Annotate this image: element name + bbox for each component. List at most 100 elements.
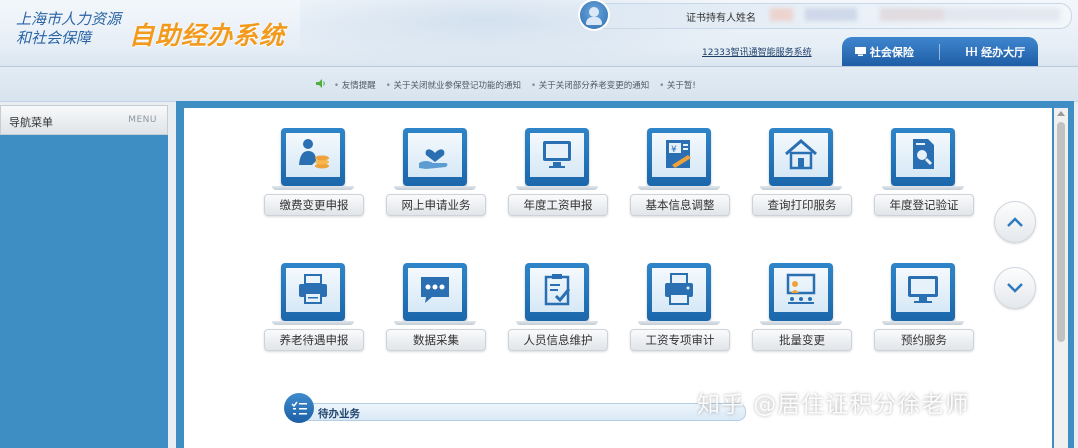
- sidebar-title: 导航菜单: [9, 116, 53, 129]
- tile-label: 批量变更: [752, 329, 852, 351]
- user-name-redacted: [770, 8, 1060, 21]
- document-search-icon: [913, 139, 934, 169]
- house-icon: [785, 139, 817, 170]
- header: 上海市人力资源和社会保障 自助经办系统 证书持有人姓名 12333智讯通智能服务…: [0, 0, 1078, 67]
- notice-item[interactable]: 关于关闭部分养老变更的通知: [531, 79, 650, 91]
- pending-tasks-bar: [304, 403, 746, 421]
- tile-label: 基本信息调整: [630, 194, 730, 216]
- tile-stand: [638, 321, 720, 325]
- printer-icon: [299, 274, 327, 304]
- notice-item[interactable]: 友情提醒: [334, 79, 376, 91]
- tab-service-hall[interactable]: 经办大厅: [966, 44, 1025, 60]
- scroll-up-button[interactable]: [994, 201, 1036, 243]
- tile-payment-change[interactable]: 缴费变更申报: [264, 128, 364, 218]
- tile-icon-frame: [647, 263, 711, 321]
- tile-personnel-info-maintenance[interactable]: 人员信息维护: [508, 263, 608, 353]
- tile-icon-frame: [769, 128, 833, 186]
- tile-pension-declaration[interactable]: 养老待遇申报: [264, 263, 364, 353]
- tile-label: 年度登记验证: [874, 194, 974, 216]
- tile-icon-frame: [403, 263, 467, 321]
- clipboard-check-icon: [544, 274, 571, 306]
- watermark: 知乎 @居住证积分徐老师: [697, 392, 970, 418]
- tile-label: 年度工资申报: [508, 194, 608, 216]
- top-tabs: 社会保险 经办大厅: [842, 37, 1038, 66]
- scrollbar-up-arrow-icon[interactable]: [1057, 111, 1065, 116]
- computer-icon: [854, 47, 866, 56]
- main-scrollbar[interactable]: [1054, 108, 1068, 448]
- tile-stand: [272, 186, 354, 190]
- speaker-icon: [316, 79, 325, 88]
- person-coins-icon: [299, 139, 329, 169]
- tile-stand: [760, 321, 842, 325]
- tab-service-hall-label: 经办大厅: [981, 45, 1026, 59]
- notice-bar: 友情提醒 关于关闭就业参保登记功能的通知 关于关闭部分养老变更的通知 关于暂!: [0, 67, 1078, 102]
- tile-annual-wage-declaration[interactable]: 年度工资申报: [508, 128, 608, 218]
- tile-icon-frame: [891, 128, 955, 186]
- hand-heart-icon: [419, 149, 448, 169]
- sidebar-header[interactable]: 导航菜单 MENU: [0, 105, 168, 135]
- logo-sub-text: 自助经办系统: [129, 21, 286, 50]
- tile-online-application[interactable]: 网上申请业务: [386, 128, 486, 218]
- tab-social-insurance[interactable]: 社会保险: [854, 44, 914, 60]
- tile-stand: [272, 321, 354, 325]
- tile-icon-frame: [281, 263, 345, 321]
- yen-document-icon: ¥: [666, 140, 691, 168]
- pending-icon-circle: [284, 393, 314, 423]
- sidebar: 导航菜单 MENU: [0, 105, 168, 448]
- scroll-down-button[interactable]: [994, 267, 1036, 309]
- tile-label: 人员信息维护: [508, 329, 608, 351]
- logo-main-text: 上海市人力资源和社会保障: [16, 10, 122, 47]
- tile-stand: [638, 186, 720, 190]
- tile-icon-frame: ¥: [647, 128, 711, 186]
- tile-stand: [394, 186, 476, 190]
- tile-stand: [516, 321, 598, 325]
- monitor-icon: [543, 141, 571, 168]
- tab-social-insurance-label: 社会保险: [869, 45, 914, 59]
- pending-tasks-label: 待办业务: [318, 408, 360, 420]
- tile-icon-frame: [403, 128, 467, 186]
- checklist-icon: [291, 401, 307, 415]
- tile-icon-frame: [891, 263, 955, 321]
- chevron-up-icon: [1007, 217, 1023, 227]
- tile-data-collection[interactable]: 数据采集: [386, 263, 486, 353]
- tile-label: 养老待遇申报: [264, 329, 364, 351]
- user-label: 证书持有人姓名: [686, 13, 756, 24]
- tile-label: 查询打印服务: [752, 194, 852, 216]
- tile-label: 数据采集: [386, 329, 486, 351]
- user-avatar-icon: [580, 1, 608, 29]
- tile-stand: [882, 321, 964, 325]
- chat-bubble-icon: [421, 277, 449, 303]
- notice-item[interactable]: 关于关闭就业参保登记功能的通知: [386, 79, 521, 91]
- tile-label: 网上申请业务: [386, 194, 486, 216]
- tile-stand: [394, 321, 476, 325]
- pending-tasks[interactable]: 待办业务: [284, 393, 746, 423]
- fax-icon: [665, 273, 693, 305]
- tile-stand: [516, 186, 598, 190]
- notice-item[interactable]: 关于暂!: [659, 79, 696, 91]
- sidebar-menu-label: MENU: [128, 115, 157, 125]
- chevron-down-icon: [1007, 283, 1023, 293]
- tile-label: 预约服务: [874, 329, 974, 351]
- tile-icon-frame: [769, 263, 833, 321]
- hotline-link[interactable]: 12333智讯通智能服务系统: [702, 45, 812, 58]
- tile-appointment-service[interactable]: 预约服务: [874, 263, 974, 353]
- presentation-icon: [786, 273, 816, 304]
- hall-icon: [966, 47, 978, 56]
- tile-batch-change[interactable]: 批量变更: [752, 263, 852, 353]
- tile-label: 工资专项审计: [630, 329, 730, 351]
- tile-stand: [882, 186, 964, 190]
- notice-list: 友情提醒 关于关闭就业参保登记功能的通知 关于关闭部分养老变更的通知 关于暂!: [334, 79, 696, 91]
- tab-divider: [939, 43, 941, 60]
- tile-annual-registration-verification[interactable]: 年度登记验证: [874, 128, 974, 218]
- tile-icon-frame: [525, 263, 589, 321]
- svg-text:¥: ¥: [671, 145, 677, 155]
- tile-label: 缴费变更申报: [264, 194, 364, 216]
- tile-icon-frame: [281, 128, 345, 186]
- scrollbar-thumb[interactable]: [1057, 122, 1065, 342]
- tile-icon-frame: [525, 128, 589, 186]
- display-icon: [908, 276, 938, 303]
- tile-query-print[interactable]: 查询打印服务: [752, 128, 852, 218]
- tile-basic-info-adjustment[interactable]: ¥ 基本信息调整: [630, 128, 730, 218]
- tile-wage-special-audit[interactable]: 工资专项审计: [630, 263, 730, 353]
- tile-stand: [760, 186, 842, 190]
